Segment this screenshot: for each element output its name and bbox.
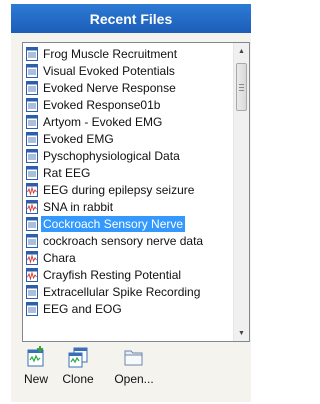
document-icon (26, 165, 38, 180)
file-list-item[interactable]: Frog Muscle Recruitment (23, 45, 233, 62)
clone-button[interactable]: Clone (58, 346, 98, 386)
document-icon (26, 131, 38, 146)
waveform-document-icon (26, 199, 38, 214)
recent-files-list[interactable]: Frog Muscle Recruitment Visual Evoked Pot… (22, 42, 250, 342)
file-list-item-label: Pyschophysiological Data (43, 148, 180, 163)
file-list-item[interactable]: Evoked Nerve Response (23, 79, 233, 96)
file-list-item-label: Frog Muscle Recruitment (43, 46, 178, 61)
document-icon (26, 97, 38, 112)
file-list-item-label: Cockroach Sensory Nerve (41, 215, 186, 232)
file-list-item[interactable]: Evoked EMG (23, 130, 233, 147)
file-list-item[interactable]: Crayfish Resting Potential (23, 266, 233, 283)
waveform-document-icon (26, 267, 38, 282)
file-list-item[interactable]: EEG during epilepsy seizure (23, 181, 233, 198)
scrollbar-thumb[interactable] (236, 63, 247, 111)
clone-document-icon (68, 347, 88, 368)
document-icon (26, 148, 38, 163)
file-list-item[interactable]: Chara (23, 249, 233, 266)
scroll-down-arrow-icon[interactable]: ▼ (234, 325, 249, 341)
file-list-item-label: Visual Evoked Potentials (43, 63, 175, 78)
document-icon (26, 216, 38, 231)
file-list-item[interactable]: Rat EEG (23, 164, 233, 181)
waveform-document-icon (26, 182, 38, 197)
document-icon (26, 46, 38, 61)
folder-icon (124, 350, 143, 366)
file-list-item[interactable]: Artyom - Evoked EMG (23, 113, 233, 130)
grip-line (239, 84, 244, 85)
file-list-item[interactable]: Visual Evoked Potentials (23, 62, 233, 79)
file-list-item-label: Chara (43, 250, 76, 265)
document-icon (26, 233, 38, 248)
file-list-item[interactable]: EEG and EOG (23, 300, 233, 317)
file-list-item-label: Extracellular Spike Recording (43, 284, 201, 299)
file-list-item[interactable]: Pyschophysiological Data (23, 147, 233, 164)
file-list-item[interactable]: cockroach sensory nerve data (23, 232, 233, 249)
new-button-label: New (23, 372, 48, 386)
file-list-item[interactable]: Cockroach Sensory Nerve (23, 215, 233, 232)
file-list-item[interactable]: Evoked Response01b (23, 96, 233, 113)
file-list-item-label: Evoked EMG (43, 131, 114, 146)
clone-button-label: Clone (62, 372, 94, 386)
scroll-up-arrow-icon[interactable]: ▲ (234, 43, 249, 59)
waveform-document-icon (26, 250, 38, 265)
panel-title: Recent Files (89, 10, 173, 27)
document-icon (26, 63, 38, 78)
file-list-item[interactable]: SNA in rabbit (23, 198, 233, 215)
file-list-item-label: Evoked Nerve Response (43, 80, 176, 95)
vertical-scrollbar[interactable]: ▲ ▼ (233, 43, 249, 341)
grip-line (239, 87, 244, 88)
panel-header: Recent Files (11, 4, 251, 33)
document-icon (26, 80, 38, 95)
open-button[interactable]: Open... (104, 346, 164, 386)
file-list-item-label: EEG and EOG (43, 301, 122, 316)
file-list-item[interactable]: Extracellular Spike Recording (23, 283, 233, 300)
file-list-item-label: Rat EEG (43, 165, 91, 180)
open-button-label: Open... (114, 372, 154, 386)
file-list-item-label: Artyom - Evoked EMG (43, 114, 163, 129)
document-icon (26, 301, 38, 316)
file-rows: Frog Muscle Recruitment Visual Evoked Pot… (23, 45, 233, 317)
document-icon (26, 284, 38, 299)
file-list-item-label: EEG during epilepsy seizure (43, 182, 195, 197)
grip-line (239, 90, 244, 91)
file-list-item-label: Evoked Response01b (43, 97, 161, 112)
new-document-icon (27, 346, 44, 367)
new-button[interactable]: New (22, 346, 50, 386)
recent-files-panel: Recent Files Frog Muscle Recruitment Visu… (0, 0, 254, 404)
file-list-item-label: Crayfish Resting Potential (43, 267, 182, 282)
file-list-item-label: cockroach sensory nerve data (43, 233, 204, 248)
file-list-item-label: SNA in rabbit (43, 199, 114, 214)
file-toolbar: New Clone Open... (22, 346, 250, 402)
document-icon (26, 114, 38, 129)
